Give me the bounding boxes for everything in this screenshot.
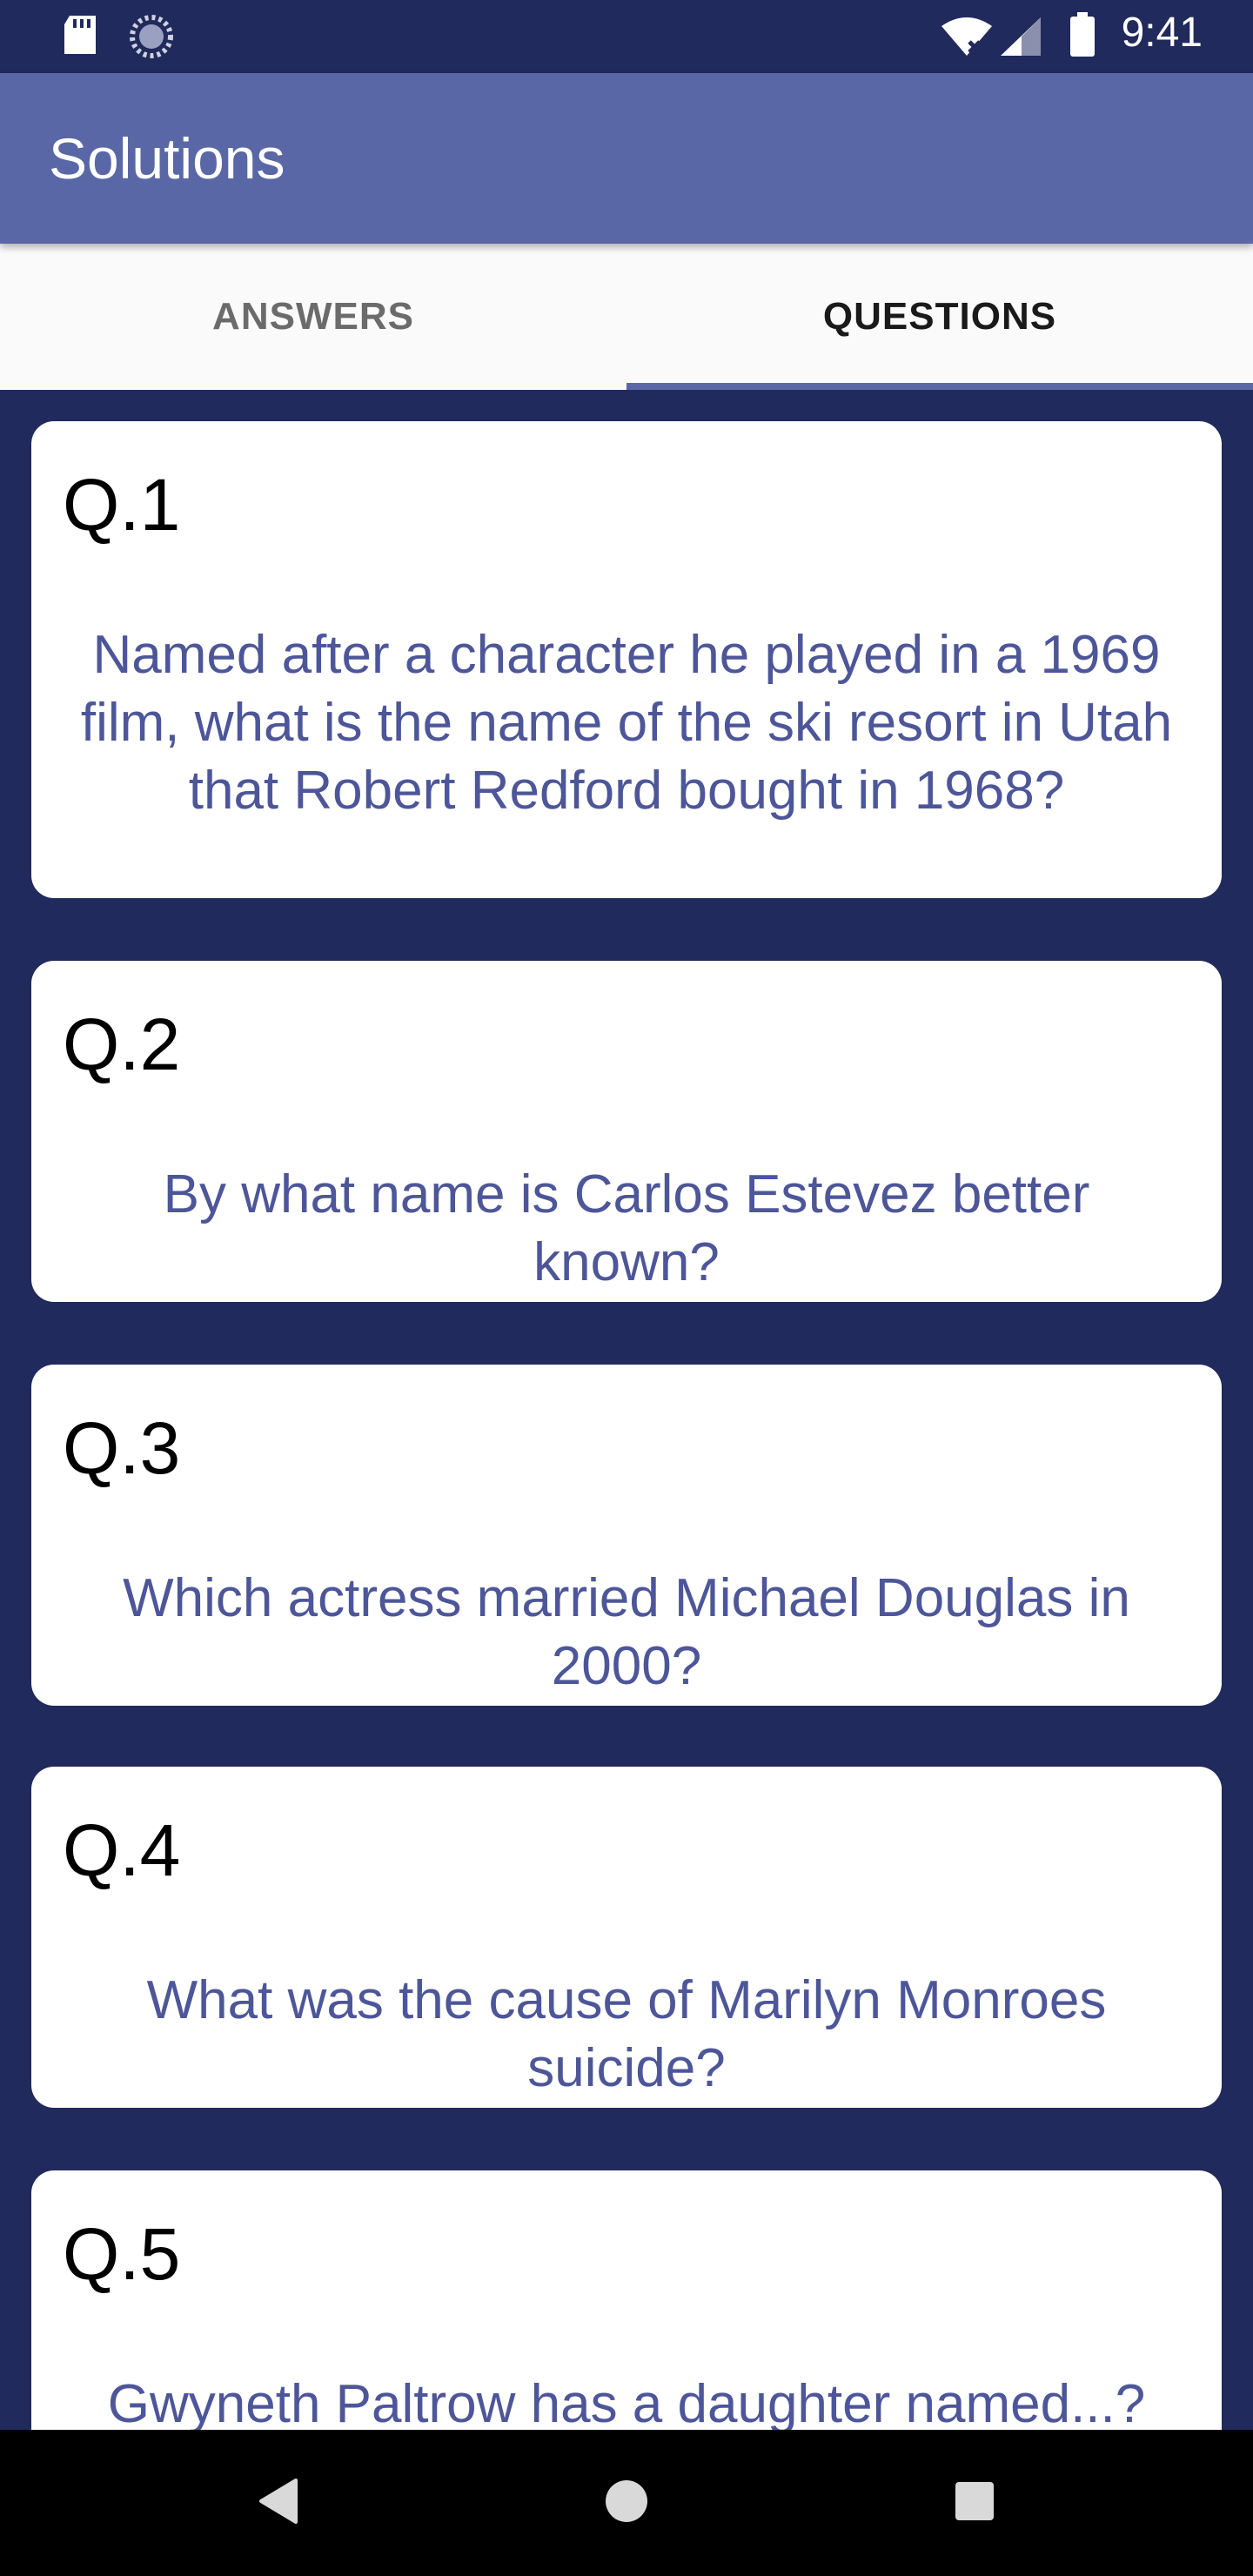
tab-answers[interactable]: ANSWERS xyxy=(0,244,626,390)
question-text: Which actress married Michael Douglas in… xyxy=(123,1568,1130,1696)
sd-card-icon xyxy=(61,14,99,62)
question-text: Named after a character he played in a 1… xyxy=(80,625,1173,821)
question-text: By what name is Carlos Estevez better kn… xyxy=(163,1164,1090,1292)
question-text: What was the cause of Marilyn Monroes su… xyxy=(146,1970,1107,2098)
question-card-4[interactable]: Q.4 What was the cause of Marilyn Monroe… xyxy=(31,1767,1222,2108)
battery-icon xyxy=(1069,12,1096,62)
status-bar: 9:41 xyxy=(0,0,1253,73)
question-number: Q.3 xyxy=(63,1407,181,1489)
signal-icon xyxy=(999,16,1042,62)
tab-questions[interactable]: QUESTIONS xyxy=(626,244,1253,390)
question-number: Q.1 xyxy=(63,464,181,546)
question-card-1[interactable]: Q.1 Named after a character he played in… xyxy=(31,421,1222,898)
question-card-3[interactable]: Q.3 Which actress married Michael Dougla… xyxy=(31,1365,1222,1706)
question-number: Q.2 xyxy=(63,1003,181,1085)
question-card-5[interactable]: Q.5 Gwyneth Paltrow has a daughter named… xyxy=(31,2170,1222,2430)
tab-bar: ANSWERS QUESTIONS xyxy=(0,244,1253,390)
app-bar: Solutions xyxy=(0,73,1253,244)
tab-selected-indicator xyxy=(626,383,1253,390)
question-card-2[interactable]: Q.2 By what name is Carlos Estevez bette… xyxy=(31,961,1222,1302)
wifi-icon xyxy=(940,16,994,62)
back-icon[interactable] xyxy=(254,2475,299,2532)
questions-list[interactable]: Q.1 Named after a character he played in… xyxy=(0,390,1253,2430)
app-title: Solutions xyxy=(49,126,285,191)
sync-icon xyxy=(129,14,174,64)
question-number: Q.4 xyxy=(63,1809,181,1891)
question-text: Gwyneth Paltrow has a daughter named...? xyxy=(107,2374,1146,2430)
recents-icon[interactable] xyxy=(952,2475,997,2532)
home-icon[interactable] xyxy=(604,2475,649,2532)
nav-bar xyxy=(0,2430,1253,2576)
status-time: 9:41 xyxy=(1121,10,1203,56)
question-number: Q.5 xyxy=(63,2213,181,2295)
